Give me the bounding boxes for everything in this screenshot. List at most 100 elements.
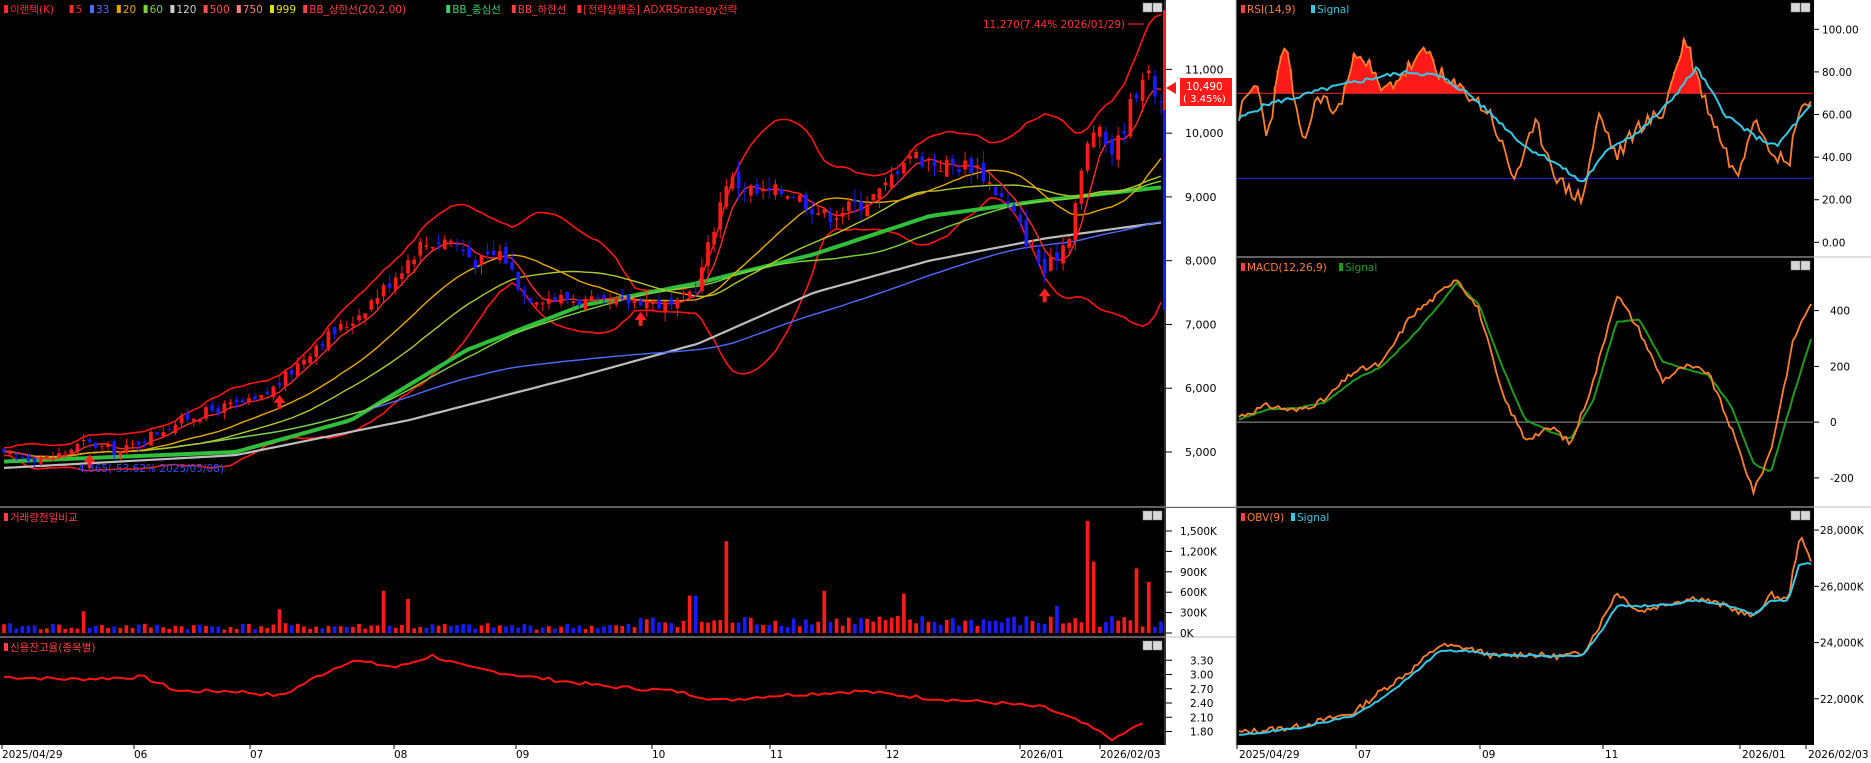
volume-bar	[846, 617, 851, 633]
time-axis-label: 2026/02/03	[1808, 749, 1869, 761]
volume-bar	[810, 624, 814, 633]
volume-bar	[908, 619, 912, 633]
volume-bar	[430, 624, 435, 633]
candle-body	[498, 251, 502, 261]
candle-body	[393, 277, 398, 290]
panel-close-icon[interactable]	[1152, 640, 1163, 651]
candle-body	[693, 292, 698, 294]
candle-body	[846, 201, 851, 212]
volume-bar	[332, 626, 337, 633]
candle-body	[932, 161, 937, 167]
volume-bar	[1000, 622, 1004, 633]
volume-bar	[296, 623, 300, 633]
time-axis-bg	[0, 745, 1871, 763]
legend-swatch	[1241, 263, 1245, 271]
volume-bar	[198, 624, 202, 633]
volume-bar	[669, 623, 674, 633]
candle-body	[651, 301, 655, 304]
macd-tick-label: -200	[1830, 473, 1854, 485]
volume-bar	[853, 624, 857, 633]
volume-bar	[1079, 622, 1084, 633]
candle-body	[491, 250, 496, 256]
candle-body	[1097, 126, 1102, 137]
panel-menu-icon[interactable]	[1142, 510, 1153, 521]
volume-bar	[247, 624, 251, 633]
candle-body	[963, 160, 967, 170]
candle-body	[8, 451, 12, 454]
volume-bar	[791, 618, 796, 633]
panel-close-icon[interactable]	[1800, 260, 1811, 271]
volume-bar	[644, 619, 649, 633]
legend-swatch	[203, 5, 208, 13]
obv-tick-label: 28,000K	[1820, 525, 1865, 537]
volume-bar	[1134, 568, 1139, 633]
volume-bar	[179, 626, 184, 633]
volume-bar	[344, 626, 349, 633]
candle-body	[253, 396, 257, 400]
panel-menu-icon[interactable]	[1790, 260, 1801, 271]
candle-body	[467, 246, 472, 258]
candle-body	[706, 242, 710, 267]
panel-menu-icon[interactable]	[1790, 510, 1801, 521]
volume-bar	[283, 623, 288, 633]
candle-body	[504, 246, 508, 264]
candle-body	[63, 452, 68, 454]
volume-bar	[467, 624, 472, 633]
volume-bar	[1006, 617, 1010, 633]
volume-bar	[412, 628, 416, 633]
volume-bar	[785, 626, 790, 633]
volume-bar	[969, 619, 974, 633]
panel-close-icon[interactable]	[1152, 2, 1163, 13]
candle-body	[724, 186, 729, 207]
candle-body	[185, 412, 190, 420]
candle-body	[228, 402, 233, 405]
volume-tick-label: 1,200K	[1180, 546, 1218, 558]
panel-menu-icon[interactable]	[1142, 640, 1153, 651]
volume-bar	[8, 623, 12, 633]
volume-bar	[1055, 605, 1059, 633]
volume-bar	[993, 620, 998, 633]
candle-body	[510, 262, 514, 270]
candle-body	[559, 294, 563, 304]
candle-body	[1061, 245, 1065, 264]
legend-swatch	[116, 5, 121, 13]
panel-close-icon[interactable]	[1800, 2, 1811, 13]
volume-bar	[387, 625, 392, 633]
candle-body	[828, 213, 833, 223]
candle-body	[32, 458, 37, 462]
candle-body	[602, 294, 606, 299]
panel-menu-icon[interactable]	[1142, 2, 1153, 13]
candle-body	[369, 300, 374, 310]
panel-menu-icon[interactable]	[1790, 2, 1801, 13]
candle-body	[289, 369, 294, 375]
candle-body	[522, 289, 527, 296]
candle-body	[430, 246, 435, 249]
volume-bar	[620, 625, 625, 633]
volume-bar	[1159, 621, 1163, 633]
volume-bar	[816, 621, 821, 633]
candle-body	[1012, 205, 1016, 212]
candle-body	[993, 186, 998, 196]
macd-signal-legend: Signal	[1345, 262, 1377, 274]
panel-close-icon[interactable]	[1800, 510, 1811, 521]
volume-bar	[706, 622, 710, 633]
volume-bar	[2, 624, 6, 633]
volume-bar	[424, 627, 429, 633]
panel-close-icon[interactable]	[1152, 510, 1163, 521]
legend-swatch	[143, 5, 148, 13]
volume-bar	[69, 627, 74, 633]
candle-body	[283, 371, 288, 387]
candle-body	[173, 424, 178, 434]
candle-body	[736, 171, 741, 189]
candle-body	[1091, 132, 1096, 148]
candle-body	[565, 291, 570, 300]
volume-bar	[136, 624, 141, 633]
candle-body	[614, 298, 618, 305]
candle-body	[1000, 193, 1004, 197]
candle-body	[1085, 143, 1090, 171]
volume-bar	[357, 623, 361, 633]
candle-body	[926, 159, 931, 161]
volume-bar	[767, 624, 772, 633]
candle-body	[455, 244, 459, 246]
volume-bar	[142, 623, 147, 633]
